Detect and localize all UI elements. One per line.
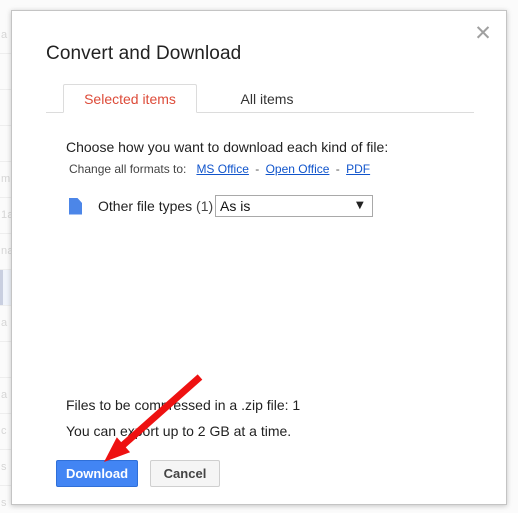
zip-note: Files to be compressed in a .zip file: 1 bbox=[66, 397, 301, 413]
format-select[interactable]: As is bbox=[215, 195, 373, 217]
document-icon bbox=[69, 197, 82, 215]
change-all-formats-label: Change all formats to: bbox=[69, 162, 187, 176]
format-separator-2: - bbox=[335, 162, 340, 176]
file-type-label-group: Other file types (1) bbox=[98, 198, 213, 214]
convert-and-download-dialog: ✕ Convert and Download Selected items Al… bbox=[11, 10, 507, 505]
close-icon[interactable]: ✕ bbox=[469, 19, 497, 47]
link-ms-office[interactable]: MS Office bbox=[196, 162, 248, 176]
download-button[interactable]: Download bbox=[56, 460, 138, 487]
screen: a m 1a na a a c s s ✕ Convert and Download Selec… bbox=[0, 0, 518, 513]
link-open-office[interactable]: Open Office bbox=[266, 162, 330, 176]
format-separator-1: - bbox=[255, 162, 260, 176]
change-all-formats-row: Change all formats to: MS Office - Open … bbox=[69, 162, 370, 176]
file-type-label: Other file types bbox=[98, 198, 193, 214]
tab-selected-items[interactable]: Selected items bbox=[63, 84, 197, 113]
file-type-row: Other file types (1) bbox=[69, 194, 213, 218]
file-type-count: (1) bbox=[196, 198, 214, 214]
tab-bar: Selected items All items bbox=[46, 84, 474, 113]
page-title: Convert and Download bbox=[46, 43, 242, 64]
instruction-text: Choose how you want to download each kin… bbox=[66, 139, 389, 155]
tab-all-items[interactable]: All items bbox=[212, 84, 322, 113]
export-limit-note: You can export up to 2 GB at a time. bbox=[66, 423, 292, 439]
cancel-button[interactable]: Cancel bbox=[150, 460, 220, 487]
link-pdf[interactable]: PDF bbox=[346, 162, 370, 176]
